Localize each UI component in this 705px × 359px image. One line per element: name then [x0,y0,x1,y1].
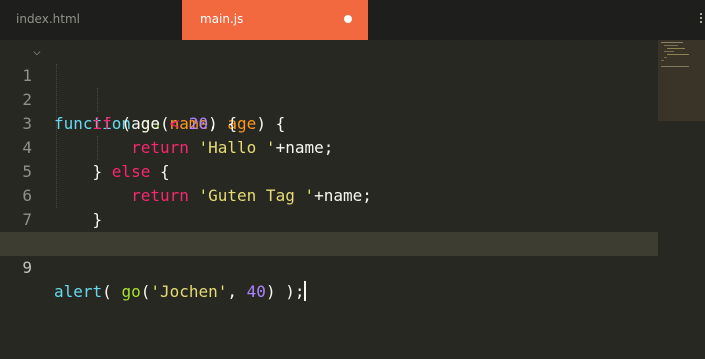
more-options-icon[interactable] [697,12,705,28]
code-area[interactable]: 1 ⌵ function go(name, age) { 2 if (age <… [0,40,658,359]
code-line[interactable]: 4 } else { [0,112,658,181]
unsaved-changes-dot-icon[interactable] [344,15,352,23]
tab-label: main.js [200,12,244,26]
text-cursor [304,281,307,301]
code-line[interactable]: 3 return 'Hallo '+name; [0,88,658,157]
code-text: alert( go('Jochen', 40) ); [54,281,307,301]
minimap-line [661,42,683,43]
tab-main-js[interactable]: main.js [182,0,368,40]
code-line[interactable]: 7 } [0,184,658,253]
code-editor-window: index.html main.js 1 ⌵ function go(name,… [0,0,705,359]
tab-index-html[interactable]: index.html [0,0,182,40]
minimap-line [664,57,667,58]
code-line[interactable]: 8 [0,208,658,253]
fold-chevron-down-icon[interactable]: ⌵ [33,40,41,64]
code-line[interactable]: 6 } [0,160,658,229]
minimap-line [664,45,678,46]
code-line-current[interactable]: 9 alert( go('Jochen', 40) ); [0,232,658,301]
minimap-line [661,60,664,61]
minimap-line [664,51,674,52]
minimap-line [661,66,689,67]
line-number: 9 [22,258,32,277]
minimap[interactable] [658,40,705,121]
tab-bar: index.html main.js [0,0,705,40]
code-line[interactable]: 5 return 'Guten Tag '+name; [0,136,658,205]
minimap-line [667,54,689,55]
tab-label: index.html [16,12,80,26]
code-line[interactable]: 2 if (age < 20) { [0,64,658,133]
code-line[interactable]: 1 ⌵ function go(name, age) { [0,40,658,133]
minimap-line [667,48,685,49]
